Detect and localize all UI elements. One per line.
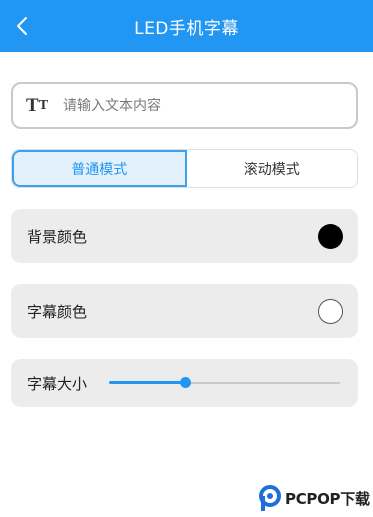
- text-input-box[interactable]: TT: [11, 82, 358, 129]
- back-button[interactable]: [8, 12, 36, 40]
- normal-mode-button[interactable]: 普通模式: [12, 150, 187, 187]
- text-color-row[interactable]: 字幕颜色: [11, 284, 358, 338]
- slider-thumb[interactable]: [180, 377, 192, 388]
- background-color-row[interactable]: 背景颜色: [11, 209, 358, 263]
- background-color-label: 背景颜色: [27, 227, 88, 246]
- text-size-label: 字幕大小: [27, 374, 88, 393]
- page-title: LED手机字幕: [134, 18, 239, 39]
- chevron-left-icon: [17, 17, 27, 35]
- pcpop-logo-icon: [259, 485, 281, 511]
- scroll-mode-button[interactable]: 滚动模式: [186, 150, 357, 187]
- text-size-icon: TT: [26, 94, 49, 116]
- text-color-swatch[interactable]: [318, 299, 343, 324]
- text-size-slider[interactable]: [109, 377, 340, 388]
- mode-toggle: 普通模式 滚动模式: [11, 149, 358, 188]
- text-color-label: 字幕颜色: [27, 302, 88, 321]
- app-header: LED手机字幕: [0, 0, 373, 52]
- slider-fill: [109, 381, 186, 384]
- background-color-swatch[interactable]: [318, 224, 343, 249]
- pcpop-watermark: PCPOP下载: [258, 484, 370, 514]
- text-content-input[interactable]: [63, 97, 356, 114]
- text-size-row: 字幕大小: [11, 359, 358, 407]
- watermark-text: PCPOP下载: [285, 490, 370, 508]
